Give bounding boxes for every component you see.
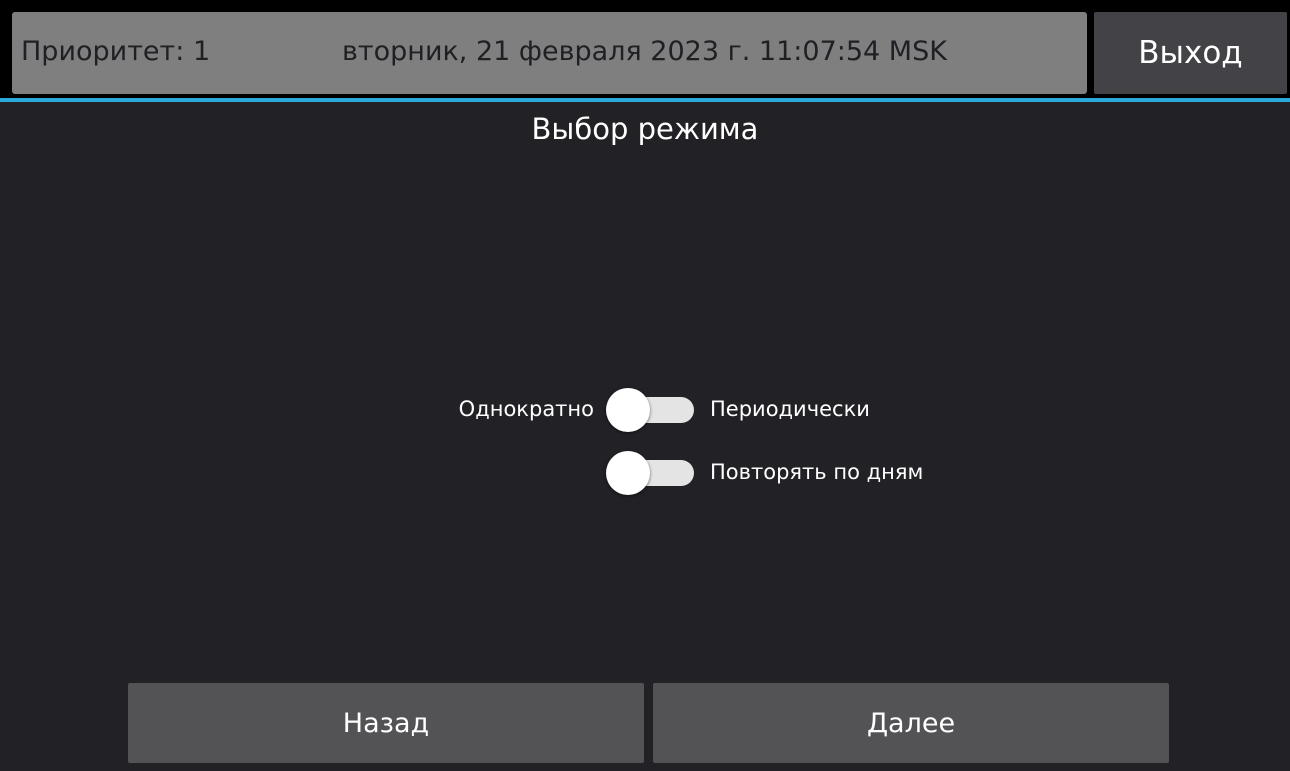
status-bar: Приоритет: 1 вторник, 21 февраля 2023 г.… xyxy=(12,12,1087,94)
header-divider xyxy=(0,98,1290,102)
once-label: Однократно xyxy=(458,397,594,421)
switch-thumb xyxy=(606,388,650,432)
top-bar: Приоритет: 1 вторник, 21 февраля 2023 г.… xyxy=(0,0,1290,100)
datetime-label: вторник, 21 февраля 2023 г. 11:07:54 MSK xyxy=(342,36,947,67)
mode-toggle-switch[interactable] xyxy=(606,388,694,432)
back-button[interactable]: Назад xyxy=(128,683,644,763)
exit-button[interactable]: Выход xyxy=(1094,12,1287,94)
priority-label: Приоритет: 1 xyxy=(21,36,211,67)
periodic-label: Периодически xyxy=(710,397,870,421)
switch-thumb xyxy=(606,451,650,495)
page-title: Выбор режима xyxy=(531,112,759,146)
mode-selection-screen: Приоритет: 1 вторник, 21 февраля 2023 г.… xyxy=(0,0,1290,771)
repeat-by-days-label: Повторять по дням xyxy=(710,460,924,484)
repeat-by-days-toggle[interactable] xyxy=(606,451,694,495)
next-button[interactable]: Далее xyxy=(653,683,1169,763)
